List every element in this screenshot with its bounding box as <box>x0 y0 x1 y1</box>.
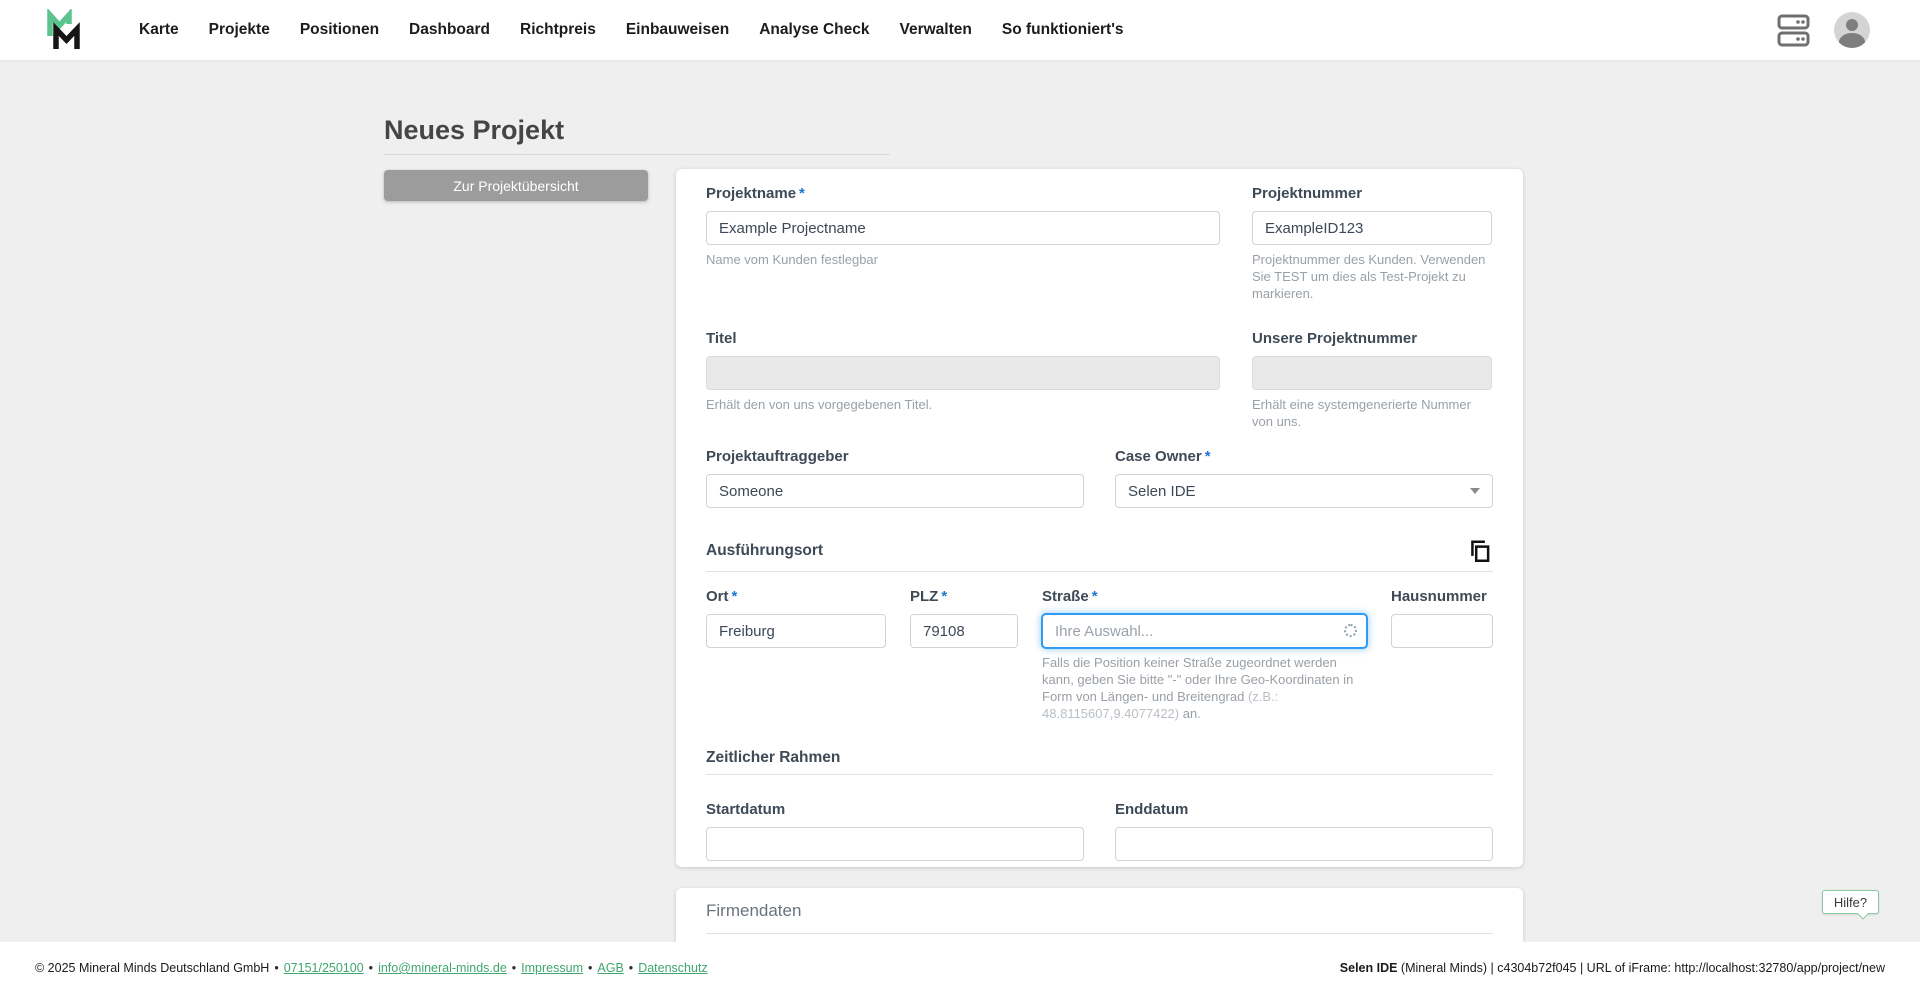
loading-spinner-icon <box>1344 624 1357 637</box>
strasse-hint: Falls die Position keiner Straße zugeord… <box>1042 655 1354 721</box>
brand-logo[interactable] <box>40 9 88 51</box>
projektauftraggeber-input[interactable] <box>706 474 1084 508</box>
hausnummer-input[interactable] <box>1391 614 1493 648</box>
nav-item-einbauweisen[interactable]: Einbauweisen <box>626 21 729 39</box>
page-footer: © 2025 Mineral Minds Deutschland GmbH • … <box>0 942 1920 994</box>
required-marker: * <box>1091 588 1098 605</box>
footer-link-phone[interactable]: 07151/250100 <box>284 961 364 975</box>
nav-item-richtpreis[interactable]: Richtpreis <box>520 21 596 39</box>
field-projektauftraggeber: Projektauftraggeber <box>706 448 1084 508</box>
hausnummer-label: Hausnummer <box>1391 588 1487 605</box>
navbar-actions <box>1777 12 1870 48</box>
session-user: Selen IDE <box>1339 961 1398 975</box>
footer-session-info: Selen IDE (Mineral Minds) | c4304b72f045… <box>1340 961 1885 975</box>
server-status-button[interactable] <box>1777 13 1810 48</box>
nav-item-verwalten[interactable]: Verwalten <box>899 21 971 39</box>
field-unsere-projektnummer: Unsere Projektnummer Erhält eine systemg… <box>1252 330 1492 430</box>
required-marker: * <box>731 588 738 605</box>
ort-label: Ort * <box>706 588 738 605</box>
avatar-person-icon <box>1846 19 1858 31</box>
chevron-down-icon <box>1470 488 1480 494</box>
project-form-card: Projektname* Name vom Kunden festlegbar … <box>676 169 1523 867</box>
mineral-minds-logo-icon <box>47 9 80 49</box>
nav-item-projekte[interactable]: Projekte <box>209 21 270 39</box>
projektname-label: Projektname * <box>706 185 805 202</box>
main-nav: Karte Projekte Positionen Dashboard Rich… <box>139 21 1124 39</box>
firmendaten-divider <box>706 933 1493 934</box>
top-navbar: Karte Projekte Positionen Dashboard Rich… <box>0 0 1920 60</box>
titel-hint: Erhält den von uns vorgegebenen Titel. <box>706 397 933 412</box>
nav-item-so-funktionierts[interactable]: So funktioniert's <box>1002 21 1124 39</box>
strasse-label: Straße * <box>1042 588 1098 605</box>
zeitlicher-rahmen-title: Zeitlicher Rahmen <box>706 749 841 766</box>
page-content: Neues Projekt Zur Projektübersicht Proje… <box>0 60 1920 942</box>
field-enddatum: Enddatum <box>1115 801 1493 861</box>
section-zeitlicher-rahmen: Zeitlicher Rahmen <box>706 749 1493 775</box>
startdatum-label: Startdatum <box>706 801 786 818</box>
nav-item-analyse-check[interactable]: Analyse Check <box>759 21 869 39</box>
field-titel: Titel Erhält den von uns vorgegebenen Ti… <box>706 330 1220 413</box>
projektauftraggeber-label: Projektauftraggeber <box>706 448 849 465</box>
copyright-text: © 2025 Mineral Minds Deutschland GmbH <box>35 961 270 975</box>
unsere-projektnummer-label: Unsere Projektnummer <box>1252 330 1418 347</box>
title-divider <box>384 154 890 155</box>
zur-projektuebersicht-button[interactable]: Zur Projektübersicht <box>384 170 648 201</box>
projektnummer-hint: Projektnummer des Kunden. Verwenden Sie … <box>1252 252 1486 301</box>
nav-item-positionen[interactable]: Positionen <box>300 21 379 39</box>
nav-item-karte[interactable]: Karte <box>139 21 179 39</box>
page-title: Neues Projekt <box>384 115 565 145</box>
enddatum-label: Enddatum <box>1115 801 1189 818</box>
hilfe-button[interactable]: Hilfe? <box>1822 890 1879 920</box>
copy-location-button[interactable] <box>1467 538 1493 564</box>
projektname-input[interactable] <box>706 211 1220 245</box>
help-bubble-tail <box>1857 908 1869 920</box>
case-owner-select[interactable]: Selen IDE <box>1115 474 1493 508</box>
strasse-input[interactable] <box>1042 614 1367 648</box>
footer-link-impressum[interactable]: Impressum <box>521 961 583 975</box>
required-marker: * <box>799 185 805 202</box>
ort-input[interactable] <box>706 614 886 648</box>
unsere-projektnummer-hint: Erhält eine systemgenerierte Nummer von … <box>1252 397 1471 429</box>
field-projektname: Projektname* Name vom Kunden festlegbar <box>706 185 1220 268</box>
firmendaten-title: Firmendaten <box>706 901 802 920</box>
required-marker: * <box>941 588 948 605</box>
field-startdatum: Startdatum <box>706 801 1084 861</box>
case-owner-value: Selen IDE <box>1128 482 1196 500</box>
startdatum-input[interactable] <box>706 827 1084 861</box>
field-plz: PLZ * <box>910 588 1018 648</box>
titel-label: Titel <box>706 330 737 347</box>
field-hausnummer: Hausnummer <box>1391 588 1493 648</box>
titel-input <box>706 356 1220 390</box>
copy-icon <box>1471 540 1490 562</box>
server-icon <box>1777 14 1810 46</box>
session-details: (Mineral Minds) | c4304b72f045 | URL of … <box>1397 961 1885 975</box>
unsere-projektnummer-input <box>1252 356 1492 390</box>
field-case-owner: Case Owner * Selen IDE <box>1115 448 1493 508</box>
section-ausfuehrungsort: Ausführungsort <box>706 538 1493 572</box>
projektnummer-input[interactable] <box>1252 211 1492 245</box>
plz-input[interactable] <box>910 614 1018 648</box>
footer-link-datenschutz[interactable]: Datenschutz <box>638 961 707 975</box>
projektnummer-label: Projektnummer <box>1252 185 1363 202</box>
ausfuehrungsort-title: Ausführungsort <box>706 542 824 559</box>
field-ort: Ort * <box>706 588 886 648</box>
footer-legal: © 2025 Mineral Minds Deutschland GmbH • … <box>35 961 708 975</box>
field-projektnummer: Projektnummer Projektnummer des Kunden. … <box>1252 185 1492 302</box>
footer-link-agb[interactable]: AGB <box>597 961 623 975</box>
footer-link-email[interactable]: info@mineral-minds.de <box>378 961 507 975</box>
plz-label: PLZ * <box>910 588 948 605</box>
projektname-hint: Name vom Kunden festlegbar <box>706 252 878 267</box>
firmendaten-card: Firmendaten <box>676 888 1523 942</box>
required-marker: * <box>1204 448 1211 465</box>
enddatum-input[interactable] <box>1115 827 1493 861</box>
case-owner-label: Case Owner * <box>1115 448 1211 465</box>
field-strasse: Straße* Falls die Position keiner Straße… <box>1042 588 1367 722</box>
nav-item-dashboard[interactable]: Dashboard <box>409 21 490 39</box>
user-avatar[interactable] <box>1834 12 1870 48</box>
